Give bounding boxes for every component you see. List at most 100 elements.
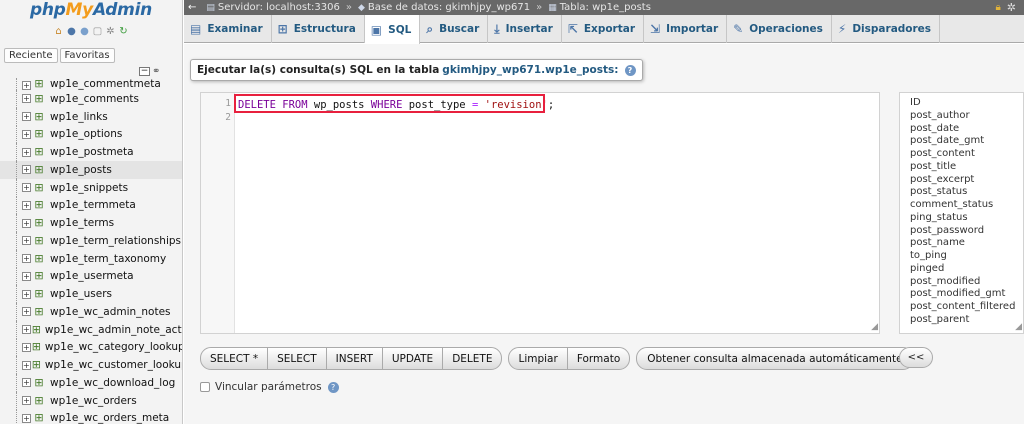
nav-table-item[interactable]: + ⊞ wp1e_users <box>0 285 182 303</box>
table-icon[interactable]: ⊞ <box>32 163 46 176</box>
tab-insertar[interactable]: ⤓ Insertar <box>488 15 562 43</box>
bind-parameters-checkbox[interactable] <box>200 382 210 392</box>
expand-icon[interactable]: + <box>22 200 31 210</box>
expand-icon[interactable]: + <box>22 218 31 228</box>
tab-examinar[interactable]: ▤ Examinar <box>184 15 272 43</box>
expand-icon[interactable]: + <box>22 129 31 139</box>
table-icon[interactable]: ⊞ <box>32 270 46 282</box>
table-icon[interactable]: ⊞ <box>32 412 46 424</box>
nav-table-item[interactable]: + ⊞ wp1e_postmeta <box>0 143 182 161</box>
nav-table-item[interactable]: + ⊞ wp1e_usermeta <box>0 267 182 286</box>
lock-icon[interactable]: 🔒︎ <box>995 2 1000 13</box>
home-icon[interactable]: ⌂ <box>53 26 64 37</box>
table-icon[interactable]: ⊞ <box>32 146 46 158</box>
nav-table-item[interactable]: + ⊞ wp1e_wc_customer_lookup <box>0 356 182 374</box>
column-option[interactable]: to_ping <box>910 250 1013 263</box>
nav-table-label[interactable]: wp1e_wc_download_log <box>50 377 175 389</box>
clear-button[interactable]: Limpiar <box>509 348 568 369</box>
table-icon[interactable]: ⊞ <box>32 128 46 140</box>
nav-table-label[interactable]: wp1e_posts <box>50 164 112 176</box>
column-option[interactable]: post_modified <box>910 276 1013 289</box>
table-icon[interactable]: ⊞ <box>32 181 46 194</box>
table-icon[interactable]: ⊞ <box>32 359 41 371</box>
column-option[interactable]: post_modified_gmt <box>910 288 1013 301</box>
template-button-delete[interactable]: DELETE <box>443 348 501 369</box>
column-option[interactable]: post_parent <box>910 314 1013 327</box>
table-icon[interactable]: ⊞ <box>32 217 46 229</box>
help-icon[interactable]: ? <box>327 381 339 393</box>
nav-table-item[interactable]: + ⊞ wp1e_term_relationships <box>0 232 182 250</box>
template-button-update[interactable]: UPDATE <box>383 348 444 369</box>
expand-icon[interactable]: + <box>22 94 31 104</box>
column-option[interactable]: post_title <box>910 161 1013 174</box>
template-button-insert[interactable]: INSERT <box>327 348 383 369</box>
nav-table-label[interactable]: wp1e_wc_orders_meta <box>50 412 169 424</box>
column-option[interactable]: post_content_filtered <box>910 301 1015 314</box>
nav-table-item[interactable]: + ⊞ wp1e_wc_orders <box>0 391 182 410</box>
expand-icon[interactable]: + <box>22 325 31 335</box>
column-option[interactable]: post_name <box>910 237 1013 250</box>
phpmyadmin-logo[interactable]: phpMyAdmin <box>30 0 152 20</box>
tab-sql[interactable]: ▣ SQL <box>364 15 421 44</box>
nav-table-label[interactable]: wp1e_wc_orders <box>50 395 137 407</box>
recent-tab[interactable]: Reciente <box>4 48 58 63</box>
column-option[interactable]: post_excerpt <box>910 174 1013 187</box>
table-icon[interactable]: ⊞ <box>32 394 46 407</box>
column-list[interactable]: ID post_author post_date post_date_gmt post_… <box>899 92 1024 334</box>
table-icon[interactable]: ⊞ <box>32 376 46 389</box>
table-icon[interactable]: ⊞ <box>32 234 46 247</box>
expand-icon[interactable]: + <box>22 254 31 264</box>
expand-icon[interactable]: + <box>22 396 31 406</box>
nav-table-item[interactable]: + ⊞ wp1e_terms <box>0 214 182 232</box>
expand-icon[interactable]: + <box>22 236 31 246</box>
expand-icon[interactable]: + <box>22 271 31 281</box>
nav-table-label[interactable]: wp1e_links <box>50 111 108 123</box>
nav-table-label[interactable]: wp1e_usermeta <box>50 270 134 282</box>
table-icon[interactable]: ⊞ <box>32 305 46 318</box>
favorites-tab[interactable]: Favoritas <box>59 48 115 63</box>
gear-icon[interactable]: ✲ <box>105 26 116 37</box>
nav-table-item[interactable]: + ⊞ wp1e_options <box>0 125 182 144</box>
template-button-select[interactable]: SELECT * <box>201 348 269 369</box>
expand-icon[interactable]: + <box>22 147 31 157</box>
nav-table-item[interactable]: + ⊞ wp1e_comments <box>0 90 182 108</box>
expand-icon[interactable]: + <box>22 183 31 193</box>
resize-handle-icon[interactable]: ◢ <box>871 322 878 332</box>
nav-table-item[interactable]: + ⊞ wp1e_term_taxonomy <box>0 249 182 268</box>
tab-operaciones[interactable]: ✎ Operaciones <box>727 15 832 43</box>
nav-table-item[interactable]: + ⊞ wp1e_termmeta <box>0 196 182 215</box>
nav-table-label[interactable]: wp1e_commentmeta <box>50 78 161 90</box>
tab-estructura[interactable]: ⊞ Estructura <box>272 15 365 43</box>
table-icon[interactable]: ⊞ <box>32 78 46 90</box>
table-icon[interactable]: ⊞ <box>32 288 46 300</box>
nav-table-label[interactable]: wp1e_comments <box>50 93 139 105</box>
back-arrow-icon[interactable]: ← <box>188 2 196 13</box>
column-option[interactable]: post_date_gmt <box>910 135 1013 148</box>
column-option[interactable]: post_date <box>910 123 1013 136</box>
nav-table-label[interactable]: wp1e_wc_customer_lookup <box>45 359 182 371</box>
expand-icon[interactable]: + <box>22 307 31 317</box>
exit-icon[interactable]: ● <box>66 26 77 37</box>
column-option[interactable]: pinged <box>910 263 1013 276</box>
nav-table-label[interactable]: wp1e_snippets <box>50 182 128 194</box>
expand-icon[interactable]: + <box>22 413 31 423</box>
table-icon[interactable]: ⊞ <box>32 252 46 265</box>
table-icon[interactable]: ⊞ <box>32 92 46 105</box>
nav-table-item[interactable]: + ⊞ wp1e_wc_download_log <box>0 374 182 392</box>
nav-table-item[interactable]: +⊞ wp1e_wc_admin_note_actions <box>0 320 182 339</box>
nav-table-label[interactable]: wp1e_terms <box>50 217 114 229</box>
nav-table-label[interactable]: wp1e_term_relationships <box>50 235 181 247</box>
column-option[interactable]: comment_status <box>910 199 1013 212</box>
nav-table-label[interactable]: wp1e_users <box>50 288 112 300</box>
tab-exportar[interactable]: ⇱ Exportar <box>562 15 645 43</box>
resize-handle-icon[interactable]: ◢ <box>1015 322 1022 332</box>
expand-icon[interactable]: + <box>22 112 31 122</box>
tab-importar[interactable]: ⇲ Importar <box>644 15 728 43</box>
breadcrumb-server[interactable]: ▤ Servidor: localhost:3306 <box>206 2 339 13</box>
column-option[interactable]: post_password <box>910 225 1013 238</box>
table-icon[interactable]: ⊞ <box>32 110 46 123</box>
expand-icon[interactable]: + <box>22 165 31 175</box>
expand-icon[interactable]: + <box>22 81 31 90</box>
nav-table-label[interactable]: wp1e_wc_admin_note_actions <box>45 324 182 336</box>
format-button[interactable]: Formato <box>568 348 629 369</box>
